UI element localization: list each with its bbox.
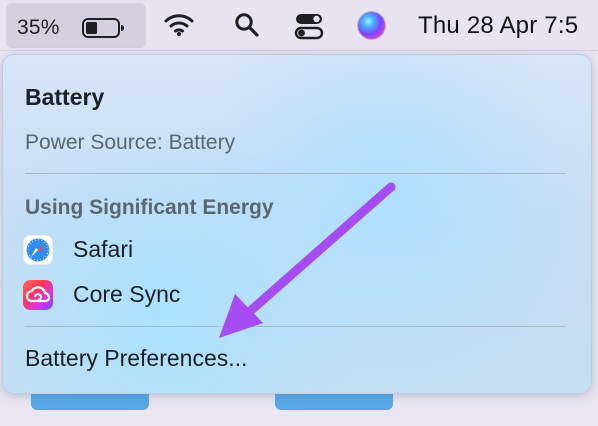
clock[interactable]: Thu 28 Apr 7:5 <box>418 12 578 40</box>
app-row-safari[interactable]: Safari <box>23 234 323 268</box>
wifi-icon[interactable] <box>164 13 194 37</box>
significant-energy-header: Using Significant Energy <box>25 196 274 219</box>
battery-preferences-item[interactable]: Battery Preferences... <box>25 345 247 372</box>
app-label-core-sync: Core Sync <box>73 281 181 307</box>
control-center-icon[interactable] <box>293 12 325 40</box>
battery-menu: Battery Power Source: Battery Using Sign… <box>2 54 592 394</box>
siri-icon[interactable] <box>358 12 385 39</box>
app-label-safari: Safari <box>73 236 134 262</box>
menu-bar: 35% Thu 28 Apr 7:5 <box>0 0 598 51</box>
menu-divider <box>25 326 565 327</box>
screen: 35% Thu 28 Apr 7:5 Battery Power Source:… <box>0 0 598 426</box>
creative-cloud-icon <box>23 280 53 310</box>
menu-divider <box>25 173 565 174</box>
battery-status-item[interactable]: 35% <box>6 3 146 48</box>
battery-percent: 35% <box>17 16 60 39</box>
power-source-label: Power Source: Battery <box>25 131 236 154</box>
menu-title: Battery <box>25 84 105 110</box>
app-row-core-sync[interactable]: Core Sync <box>23 279 323 313</box>
safari-icon <box>23 235 53 265</box>
search-icon[interactable] <box>234 12 260 38</box>
battery-icon <box>82 18 124 38</box>
